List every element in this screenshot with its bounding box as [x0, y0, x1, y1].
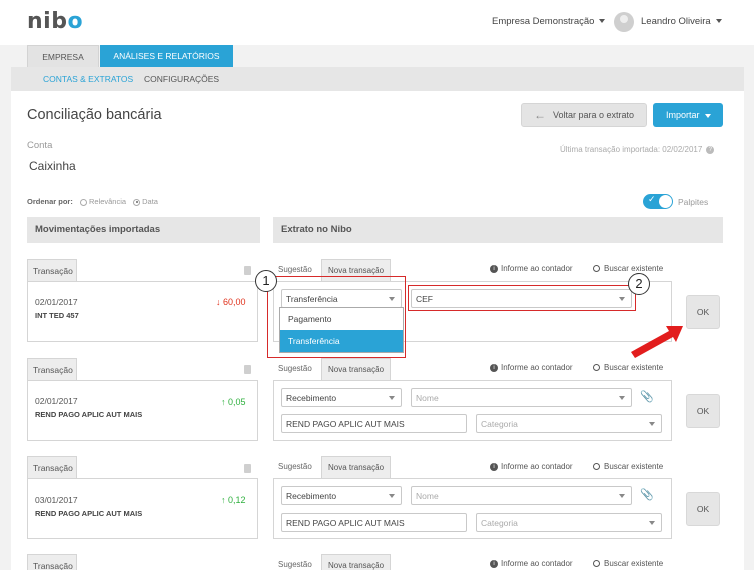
- transaction-description: REND PAGO APLIC AUT MAIS: [35, 509, 143, 518]
- chevron-down-icon: [704, 113, 711, 118]
- informe-contador-link[interactable]: i Informe ao contador: [490, 264, 573, 273]
- info-icon: i: [490, 559, 498, 568]
- company-selector[interactable]: Empresa Demonstração: [492, 16, 606, 27]
- paperclip-icon[interactable]: 📎: [640, 390, 654, 403]
- tab-empresa[interactable]: EMPRESA: [27, 45, 99, 67]
- nibo-logo[interactable]: nibo: [27, 9, 83, 34]
- arrow-up-icon: ↑: [221, 397, 229, 407]
- transaction-date: 02/01/2017: [35, 297, 78, 307]
- transaction-tab: Transação: [27, 456, 77, 478]
- annotation-box-2: [408, 285, 636, 311]
- name-select[interactable]: Nome: [411, 486, 632, 505]
- buscar-existente-link[interactable]: Buscar existente: [593, 559, 663, 568]
- informe-contador-link[interactable]: i Informe ao contador: [490, 363, 573, 372]
- chevron-down-icon: [389, 396, 395, 400]
- informe-contador-link[interactable]: i Informe ao contador: [490, 462, 573, 471]
- user-name: Leandro Oliveira: [641, 16, 711, 27]
- imported-header: Movimentações importadas: [27, 217, 260, 243]
- red-arrow-annotation: [631, 326, 683, 358]
- ok-button[interactable]: OK: [686, 492, 720, 526]
- chevron-down-icon: [649, 521, 655, 525]
- tab-analises-relatorios[interactable]: ANÁLISES E RELATÓRIOS: [100, 45, 233, 67]
- transaction-amount: ↑ 0,05: [221, 397, 246, 407]
- trash-icon[interactable]: [244, 365, 251, 374]
- info-icon: i: [490, 264, 498, 273]
- search-icon: [593, 560, 600, 568]
- palpites-label: Palpites: [678, 197, 709, 207]
- tab-nova-transacao[interactable]: Nova transação: [321, 456, 391, 478]
- check-icon: ✓: [648, 194, 656, 204]
- memo-input[interactable]: REND PAGO APLIC AUT MAIS: [281, 513, 467, 532]
- radio-data[interactable]: [133, 198, 141, 206]
- ok-button[interactable]: OK: [686, 394, 720, 428]
- buscar-existente-link[interactable]: Buscar existente: [593, 462, 663, 471]
- account-value: Caixinha: [29, 159, 76, 173]
- arrow-up-icon: ↑: [221, 495, 229, 505]
- annotation-number-1: 1: [255, 270, 277, 292]
- transaction-date: 03/01/2017: [35, 495, 78, 505]
- category-select[interactable]: Categoria: [476, 513, 662, 532]
- search-icon: [593, 364, 600, 372]
- subnav-configuracoes[interactable]: CONFIGURAÇÕES: [144, 74, 219, 84]
- chevron-down-icon: [389, 494, 395, 498]
- last-import-info: Última transação importada: 02/02/2017?: [560, 145, 715, 154]
- palpites-toggle[interactable]: ✓: [643, 194, 673, 209]
- arrow-down-icon: ↓: [216, 297, 224, 307]
- transaction-tab: Transação: [27, 358, 77, 380]
- import-button[interactable]: Importar: [653, 103, 723, 127]
- tab-nova-transacao[interactable]: Nova transação: [321, 358, 391, 380]
- buscar-existente-link[interactable]: Buscar existente: [593, 363, 663, 372]
- company-name: Empresa Demonstração: [492, 16, 595, 27]
- chevron-down-icon: [619, 494, 625, 498]
- tab-sugestao[interactable]: Sugestão: [278, 560, 312, 569]
- category-select[interactable]: Categoria: [476, 414, 662, 433]
- chevron-down-icon: [715, 19, 722, 24]
- annotation-box-1: [267, 276, 406, 358]
- avatar[interactable]: [614, 12, 634, 32]
- informe-contador-link[interactable]: i Informe ao contador: [490, 559, 573, 568]
- transaction-date: 02/01/2017: [35, 396, 78, 406]
- search-icon: [593, 265, 600, 273]
- buscar-existente-link[interactable]: Buscar existente: [593, 264, 663, 273]
- subnav-contas-extratos[interactable]: CONTAS & EXTRATOS: [43, 74, 133, 84]
- memo-input[interactable]: REND PAGO APLIC AUT MAIS: [281, 414, 467, 433]
- transaction-amount: ↓ 60,00: [216, 297, 246, 307]
- info-icon: i: [490, 363, 498, 372]
- info-icon: i: [490, 462, 498, 471]
- page-title: Conciliação bancária: [27, 107, 162, 123]
- tab-nova-transacao[interactable]: Nova transação: [321, 554, 391, 570]
- ok-button[interactable]: OK: [686, 295, 720, 329]
- transaction-type-select[interactable]: Recebimento: [281, 486, 402, 505]
- tab-sugestao[interactable]: Sugestão: [278, 364, 312, 373]
- name-select[interactable]: Nome: [411, 388, 632, 407]
- chevron-down-icon: [619, 396, 625, 400]
- sub-navigation: CONTAS & EXTRATOS CONFIGURAÇÕES: [11, 67, 744, 91]
- trash-icon[interactable]: [244, 464, 251, 473]
- tab-sugestao[interactable]: Sugestão: [278, 265, 312, 274]
- transaction-amount: ↑ 0,12: [221, 495, 246, 505]
- chevron-down-icon: [649, 422, 655, 426]
- arrow-left-icon: ←: [534, 108, 546, 122]
- annotation-number-2: 2: [628, 273, 650, 295]
- paperclip-icon[interactable]: 📎: [640, 488, 654, 501]
- search-icon: [593, 463, 600, 471]
- nibo-statement-header: Extrato no Nibo: [273, 217, 723, 243]
- tab-sugestao[interactable]: Sugestão: [278, 462, 312, 471]
- chevron-down-icon: [599, 19, 606, 24]
- transaction-description: INT TED 457: [35, 311, 79, 320]
- user-menu[interactable]: Leandro Oliveira: [641, 16, 722, 27]
- transaction-type-select[interactable]: Recebimento: [281, 388, 402, 407]
- transaction-description: REND PAGO APLIC AUT MAIS: [35, 410, 143, 419]
- help-icon[interactable]: ?: [706, 145, 715, 154]
- transaction-tab: Transação: [27, 554, 77, 570]
- transaction-tab: Transação: [27, 259, 77, 281]
- sort-options: Ordenar por: Relevância Data: [27, 197, 158, 206]
- back-to-statement-button[interactable]: ← Voltar para o extrato: [521, 103, 647, 127]
- account-label: Conta: [27, 140, 53, 151]
- trash-icon[interactable]: [244, 266, 251, 275]
- radio-relevancia[interactable]: [79, 198, 87, 206]
